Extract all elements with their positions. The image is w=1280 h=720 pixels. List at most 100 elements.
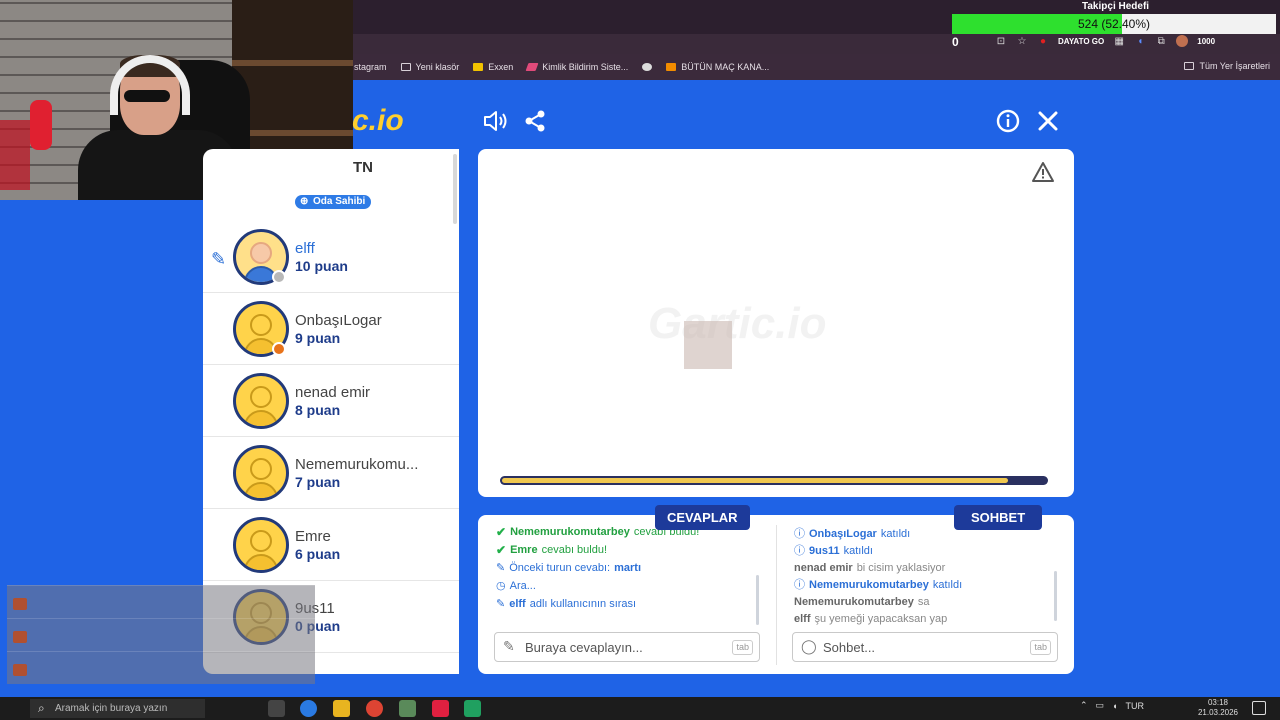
- goal-count: 0: [952, 35, 959, 49]
- network-icon[interactable]: ▭: [1096, 700, 1105, 711]
- extension-icon[interactable]: ▦: [1113, 35, 1125, 47]
- all-bookmarks-label: Tüm Yer İşaretleri: [1199, 61, 1270, 71]
- profile-avatar-icon[interactable]: [1176, 35, 1189, 47]
- chat-input[interactable]: [823, 633, 1023, 661]
- goal-progress-text: 524 (52.40%): [1077, 17, 1151, 31]
- bookmark-instagram[interactable]: stagram: [354, 62, 387, 72]
- answer-field[interactable]: ✎ tab: [494, 632, 760, 662]
- taskbar-search[interactable]: Aramak için buraya yazın: [30, 699, 205, 718]
- chrome-icon[interactable]: [366, 700, 383, 717]
- notification-icon[interactable]: [1252, 701, 1266, 715]
- tab-answers[interactable]: CEVAPLAR: [655, 505, 750, 530]
- player-score: 8 puan: [295, 402, 341, 418]
- report-warning-icon[interactable]: [1031, 161, 1055, 185]
- language-indicator[interactable]: TUR: [1126, 701, 1145, 711]
- clock-time: 03:18: [1207, 698, 1229, 707]
- bookmark-mac-kanal[interactable]: BÜTÜN MAÇ KANA...: [666, 62, 769, 72]
- pencil-icon: [525, 63, 539, 71]
- player-name: OnbaşıLogar: [295, 312, 382, 329]
- answers-feed: ✔ Nememurukomutarbey cevabı buldu! ✔ Emre ce…: [496, 523, 766, 633]
- player-card[interactable]: ✎ elff 10 puan: [203, 221, 459, 293]
- all-bookmarks[interactable]: Tüm Yer İşaretleri: [1184, 61, 1270, 71]
- tab-hint: tab: [1030, 640, 1051, 655]
- status-dot: [272, 270, 286, 284]
- chat-field[interactable]: ◯ tab: [792, 632, 1058, 662]
- taskbar-clock[interactable]: 03:18 21.03.2026: [1196, 698, 1240, 718]
- canvas-watermark: Gartic.io: [648, 299, 827, 348]
- avatar: [233, 445, 289, 501]
- avatar: [233, 517, 289, 573]
- drawing-canvas[interactable]: Gartic.io: [478, 149, 1074, 497]
- player-card[interactable]: OnbaşıLogar 9 puan: [203, 293, 459, 365]
- chevron-up-icon[interactable]: ⌃: [1080, 700, 1088, 711]
- chat-divider: [776, 525, 777, 665]
- player-card[interactable]: Nememurukomu... 7 puan: [203, 437, 459, 509]
- speaker-icon: [484, 111, 507, 131]
- player-score: 7 puan: [295, 474, 341, 490]
- info-icon: ⓘ: [794, 544, 805, 557]
- install-icon[interactable]: ⊡: [995, 35, 1007, 47]
- app-icon[interactable]: [399, 700, 416, 717]
- bookmark-exxen[interactable]: Exxen: [473, 62, 513, 72]
- task-view-icon[interactable]: [268, 700, 285, 717]
- puzzle-icon[interactable]: ⧉: [1155, 35, 1167, 47]
- info-button[interactable]: [994, 107, 1022, 135]
- star-icon[interactable]: ☆: [1016, 35, 1028, 47]
- pencil-icon: ✎: [496, 562, 506, 574]
- info-icon: ⓘ: [794, 527, 805, 540]
- bookmark-kimlik[interactable]: Kimlik Bildirim Siste...: [525, 62, 629, 72]
- feed-line: Nememurukomutarbey sa: [794, 595, 930, 608]
- edge-icon[interactable]: [300, 700, 317, 717]
- goal-title: Takipçi Hedefi: [1082, 1, 1150, 12]
- volume-icon[interactable]: ◖: [1112, 701, 1117, 711]
- feed-line: ⓘ Nememurukomutarbey katıldı: [794, 576, 1064, 593]
- app-icon[interactable]: [464, 700, 481, 717]
- answers-scrollbar[interactable]: [756, 575, 759, 625]
- feed-line: ✎ elff adlı kullanıcının sırası: [496, 595, 766, 613]
- bookmark-label: Yeni klasör: [415, 62, 460, 72]
- chat-scrollbar[interactable]: [1054, 571, 1057, 621]
- player-score: 6 puan: [295, 546, 341, 562]
- folder-icon: [1184, 62, 1195, 70]
- bookmark-label: Exxen: [488, 62, 514, 72]
- file-explorer-icon[interactable]: [333, 700, 350, 717]
- check-icon: ✔: [496, 525, 507, 539]
- room-name: TN: [353, 159, 373, 176]
- browser-toolbar-icons: ⊡ ☆ ● DAYATO GO ▦ ◖ ⧉ 1000: [995, 35, 1215, 47]
- stream-chat-message: [7, 651, 315, 684]
- feed-line: ⓘ 9us11 katıldı: [794, 542, 1064, 559]
- players-scrollbar[interactable]: [453, 154, 457, 224]
- close-button[interactable]: [1034, 107, 1062, 135]
- emote-icon: [13, 631, 27, 643]
- round-timer-fill: [502, 478, 1008, 483]
- chat-feed: ⓘ OnbaşıLogar katıldı ⓘ 9us11 katıldı nenad …: [794, 525, 1064, 635]
- bookmark-yeni-klasor[interactable]: Yeni klasör: [400, 62, 460, 72]
- game-logo[interactable]: c.io: [352, 104, 404, 138]
- check-icon: ✔: [496, 543, 507, 557]
- jp-icon: [666, 63, 677, 71]
- bookmark-label: Kimlik Bildirim Siste...: [542, 62, 629, 72]
- player-name: Emre: [295, 528, 331, 545]
- webcam-shelf-board: [232, 60, 353, 66]
- status-dot: [272, 342, 286, 356]
- player-name: Nememurukomu...: [295, 456, 419, 473]
- player-card[interactable]: nenad emir 8 puan: [203, 365, 459, 437]
- round-timer-bar: [500, 476, 1048, 485]
- app-icon[interactable]: [432, 700, 449, 717]
- pencil-icon: ✎: [496, 598, 506, 610]
- bookmark-label: stagram: [354, 62, 387, 72]
- tab-chat[interactable]: SOHBET: [954, 505, 1043, 530]
- sound-button[interactable]: [481, 107, 509, 135]
- feed-line: elff şu yemeği yapacaksan yap: [794, 612, 948, 625]
- drawing-pencil-icon: ✎: [211, 249, 227, 269]
- info-icon: [996, 109, 1020, 133]
- player-card[interactable]: Emre 6 puan: [203, 509, 459, 581]
- bookmark-site[interactable]: [642, 63, 653, 71]
- extension-label[interactable]: DAYATO GO: [1058, 37, 1104, 46]
- share-button[interactable]: [521, 107, 549, 135]
- sound-icon[interactable]: ◖: [1134, 35, 1146, 47]
- emote-icon: [13, 598, 27, 610]
- stream-chat-overlay: [7, 585, 315, 705]
- answer-input[interactable]: [525, 633, 725, 661]
- record-icon[interactable]: ●: [1037, 35, 1049, 47]
